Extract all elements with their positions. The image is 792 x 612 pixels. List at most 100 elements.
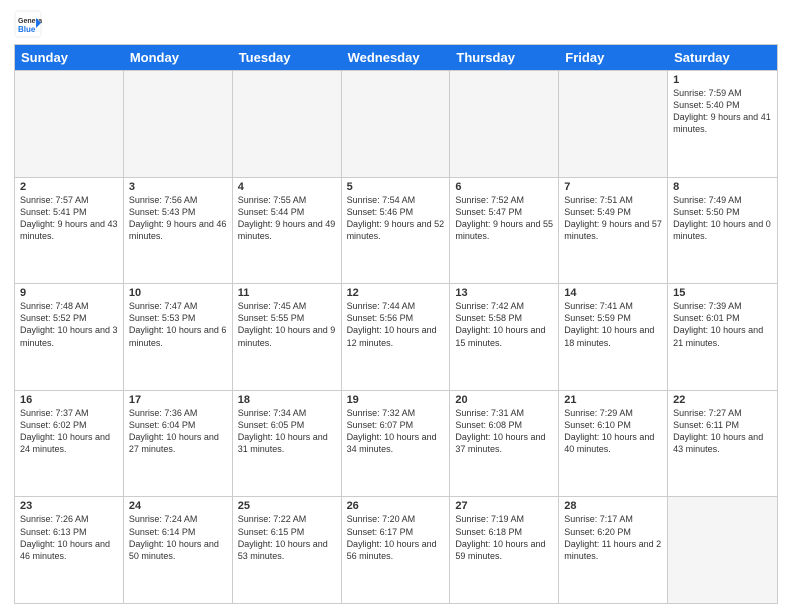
day-info: Sunrise: 7:48 AM Sunset: 5:52 PM Dayligh… [20,300,118,349]
svg-text:Blue: Blue [18,25,36,34]
page: General Blue SundayMondayTuesdayWednesda… [0,0,792,612]
calendar-cell: 26Sunrise: 7:20 AM Sunset: 6:17 PM Dayli… [342,497,451,603]
calendar-cell: 9Sunrise: 7:48 AM Sunset: 5:52 PM Daylig… [15,284,124,390]
calendar-cell: 3Sunrise: 7:56 AM Sunset: 5:43 PM Daylig… [124,178,233,284]
day-info: Sunrise: 7:37 AM Sunset: 6:02 PM Dayligh… [20,407,118,456]
day-info: Sunrise: 7:27 AM Sunset: 6:11 PM Dayligh… [673,407,772,456]
weekday-header: Tuesday [233,45,342,70]
day-number: 3 [129,181,227,193]
day-number: 15 [673,287,772,299]
calendar-cell [668,497,777,603]
day-number: 21 [564,394,662,406]
day-number: 22 [673,394,772,406]
day-info: Sunrise: 7:36 AM Sunset: 6:04 PM Dayligh… [129,407,227,456]
day-number: 17 [129,394,227,406]
day-info: Sunrise: 7:45 AM Sunset: 5:55 PM Dayligh… [238,300,336,349]
calendar-cell: 19Sunrise: 7:32 AM Sunset: 6:07 PM Dayli… [342,391,451,497]
calendar-row: 16Sunrise: 7:37 AM Sunset: 6:02 PM Dayli… [15,390,777,497]
logo: General Blue [14,10,42,38]
day-info: Sunrise: 7:26 AM Sunset: 6:13 PM Dayligh… [20,513,118,562]
calendar-cell: 22Sunrise: 7:27 AM Sunset: 6:11 PM Dayli… [668,391,777,497]
calendar-cell: 1Sunrise: 7:59 AM Sunset: 5:40 PM Daylig… [668,71,777,177]
calendar-cell: 7Sunrise: 7:51 AM Sunset: 5:49 PM Daylig… [559,178,668,284]
day-info: Sunrise: 7:20 AM Sunset: 6:17 PM Dayligh… [347,513,445,562]
day-number: 26 [347,500,445,512]
day-number: 13 [455,287,553,299]
calendar-cell: 15Sunrise: 7:39 AM Sunset: 6:01 PM Dayli… [668,284,777,390]
day-info: Sunrise: 7:17 AM Sunset: 6:20 PM Dayligh… [564,513,662,562]
day-number: 14 [564,287,662,299]
calendar-row: 1Sunrise: 7:59 AM Sunset: 5:40 PM Daylig… [15,70,777,177]
calendar-row: 9Sunrise: 7:48 AM Sunset: 5:52 PM Daylig… [15,283,777,390]
day-number: 6 [455,181,553,193]
calendar-body: 1Sunrise: 7:59 AM Sunset: 5:40 PM Daylig… [15,70,777,603]
calendar: SundayMondayTuesdayWednesdayThursdayFrid… [14,44,778,604]
calendar-cell: 17Sunrise: 7:36 AM Sunset: 6:04 PM Dayli… [124,391,233,497]
day-info: Sunrise: 7:29 AM Sunset: 6:10 PM Dayligh… [564,407,662,456]
day-info: Sunrise: 7:39 AM Sunset: 6:01 PM Dayligh… [673,300,772,349]
calendar-cell [342,71,451,177]
day-number: 11 [238,287,336,299]
logo-icon: General Blue [14,10,42,38]
calendar-cell: 20Sunrise: 7:31 AM Sunset: 6:08 PM Dayli… [450,391,559,497]
day-number: 4 [238,181,336,193]
day-info: Sunrise: 7:47 AM Sunset: 5:53 PM Dayligh… [129,300,227,349]
calendar-cell: 6Sunrise: 7:52 AM Sunset: 5:47 PM Daylig… [450,178,559,284]
day-number: 10 [129,287,227,299]
day-number: 12 [347,287,445,299]
calendar-cell: 16Sunrise: 7:37 AM Sunset: 6:02 PM Dayli… [15,391,124,497]
day-info: Sunrise: 7:52 AM Sunset: 5:47 PM Dayligh… [455,194,553,243]
day-info: Sunrise: 7:49 AM Sunset: 5:50 PM Dayligh… [673,194,772,243]
calendar-cell [233,71,342,177]
day-info: Sunrise: 7:56 AM Sunset: 5:43 PM Dayligh… [129,194,227,243]
day-info: Sunrise: 7:51 AM Sunset: 5:49 PM Dayligh… [564,194,662,243]
calendar-cell: 12Sunrise: 7:44 AM Sunset: 5:56 PM Dayli… [342,284,451,390]
weekday-header: Wednesday [342,45,451,70]
day-number: 5 [347,181,445,193]
day-info: Sunrise: 7:31 AM Sunset: 6:08 PM Dayligh… [455,407,553,456]
weekday-header: Monday [124,45,233,70]
day-number: 27 [455,500,553,512]
calendar-cell: 24Sunrise: 7:24 AM Sunset: 6:14 PM Dayli… [124,497,233,603]
calendar-cell [124,71,233,177]
weekday-header: Friday [559,45,668,70]
day-number: 28 [564,500,662,512]
calendar-cell: 2Sunrise: 7:57 AM Sunset: 5:41 PM Daylig… [15,178,124,284]
day-info: Sunrise: 7:41 AM Sunset: 5:59 PM Dayligh… [564,300,662,349]
day-number: 20 [455,394,553,406]
day-info: Sunrise: 7:57 AM Sunset: 5:41 PM Dayligh… [20,194,118,243]
day-number: 8 [673,181,772,193]
calendar-cell: 28Sunrise: 7:17 AM Sunset: 6:20 PM Dayli… [559,497,668,603]
day-number: 24 [129,500,227,512]
calendar-cell: 27Sunrise: 7:19 AM Sunset: 6:18 PM Dayli… [450,497,559,603]
day-info: Sunrise: 7:54 AM Sunset: 5:46 PM Dayligh… [347,194,445,243]
weekday-header: Saturday [668,45,777,70]
calendar-cell: 18Sunrise: 7:34 AM Sunset: 6:05 PM Dayli… [233,391,342,497]
day-number: 7 [564,181,662,193]
day-info: Sunrise: 7:34 AM Sunset: 6:05 PM Dayligh… [238,407,336,456]
calendar-header: SundayMondayTuesdayWednesdayThursdayFrid… [15,45,777,70]
calendar-cell: 21Sunrise: 7:29 AM Sunset: 6:10 PM Dayli… [559,391,668,497]
calendar-cell [559,71,668,177]
calendar-cell: 11Sunrise: 7:45 AM Sunset: 5:55 PM Dayli… [233,284,342,390]
calendar-row: 23Sunrise: 7:26 AM Sunset: 6:13 PM Dayli… [15,496,777,603]
day-number: 25 [238,500,336,512]
day-info: Sunrise: 7:59 AM Sunset: 5:40 PM Dayligh… [673,87,772,136]
day-number: 1 [673,74,772,86]
day-number: 23 [20,500,118,512]
calendar-cell [15,71,124,177]
day-info: Sunrise: 7:19 AM Sunset: 6:18 PM Dayligh… [455,513,553,562]
calendar-cell [450,71,559,177]
calendar-cell: 8Sunrise: 7:49 AM Sunset: 5:50 PM Daylig… [668,178,777,284]
calendar-cell: 4Sunrise: 7:55 AM Sunset: 5:44 PM Daylig… [233,178,342,284]
day-number: 16 [20,394,118,406]
calendar-cell: 14Sunrise: 7:41 AM Sunset: 5:59 PM Dayli… [559,284,668,390]
day-number: 2 [20,181,118,193]
day-info: Sunrise: 7:55 AM Sunset: 5:44 PM Dayligh… [238,194,336,243]
day-info: Sunrise: 7:42 AM Sunset: 5:58 PM Dayligh… [455,300,553,349]
weekday-header: Sunday [15,45,124,70]
calendar-cell: 5Sunrise: 7:54 AM Sunset: 5:46 PM Daylig… [342,178,451,284]
weekday-header: Thursday [450,45,559,70]
calendar-row: 2Sunrise: 7:57 AM Sunset: 5:41 PM Daylig… [15,177,777,284]
calendar-cell: 25Sunrise: 7:22 AM Sunset: 6:15 PM Dayli… [233,497,342,603]
